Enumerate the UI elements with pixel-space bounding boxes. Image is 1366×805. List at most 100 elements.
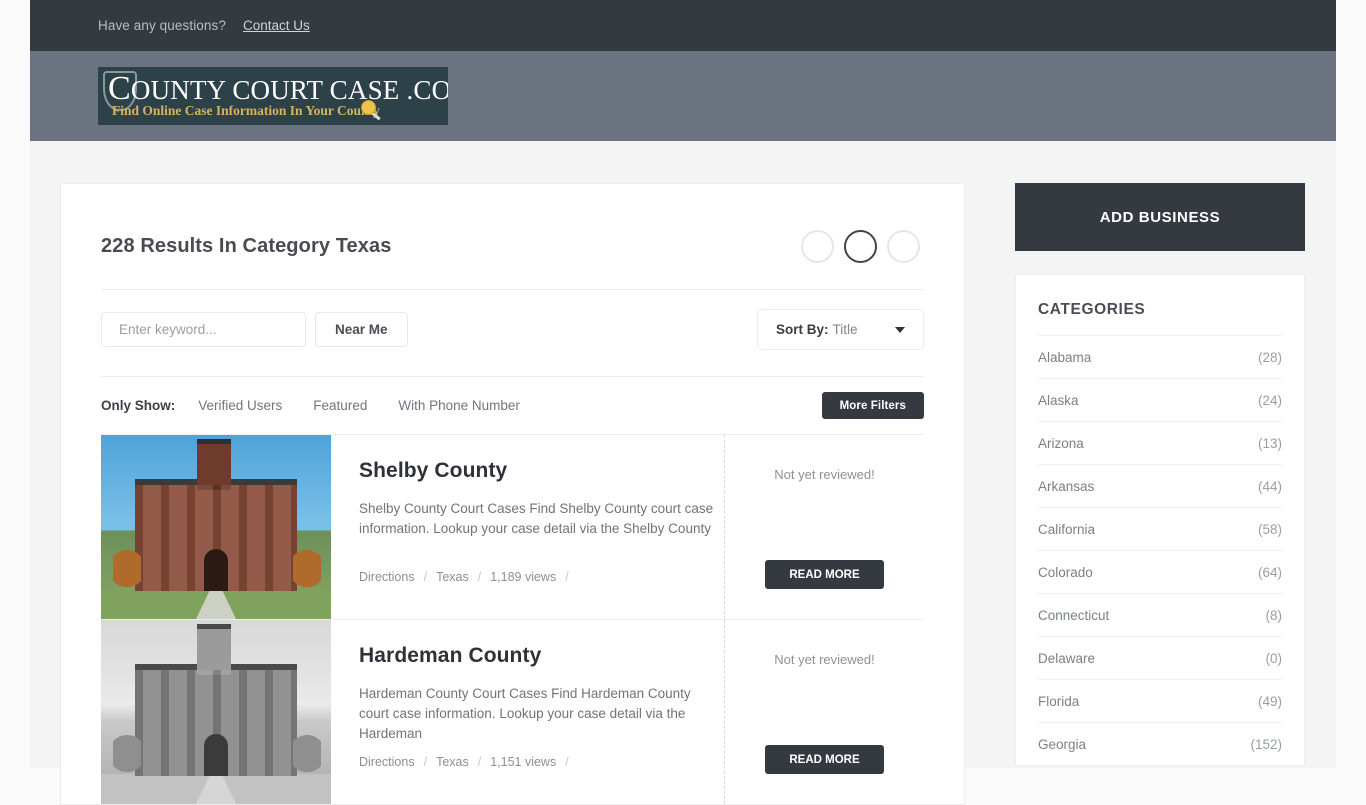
thumb-tree-left <box>113 732 141 786</box>
view-toggle-grid[interactable] <box>801 230 834 263</box>
filter-verified-users[interactable]: Verified Users <box>198 398 282 413</box>
category-name: Delaware <box>1038 650 1096 666</box>
category-count: (152) <box>1250 736 1282 752</box>
listing-state[interactable]: Texas <box>436 755 469 769</box>
category-count: (8) <box>1265 607 1283 623</box>
category-name: Alabama <box>1038 349 1092 365</box>
category-name: Georgia <box>1038 736 1087 752</box>
meta-separator: / <box>565 755 569 769</box>
site-logo[interactable]: COUNTY COURT CASE .COM Find Online Case … <box>98 67 448 125</box>
content-area: 228 Results In Category Texas Near Me So… <box>30 141 1336 805</box>
listing-views: 1,189 views <box>490 570 557 584</box>
category-name: Arkansas <box>1038 478 1095 494</box>
category-item-alabama[interactable]: Alabama (28) <box>1038 335 1282 378</box>
sort-by-dropdown[interactable]: Sort By: Title <box>757 309 924 350</box>
directions-link[interactable]: Directions <box>359 755 415 769</box>
categories-title: CATEGORIES <box>1038 301 1146 318</box>
listing-title[interactable]: Shelby County <box>359 459 724 483</box>
main-column: 228 Results In Category Texas Near Me So… <box>60 183 965 805</box>
listing-body: Hardeman County Hardeman County Court Ca… <box>331 620 724 804</box>
listing-meta: Directions / Texas / 1,189 views / <box>359 570 569 584</box>
courthouse-icon <box>135 624 297 776</box>
sort-by-label: Sort By: <box>776 322 829 337</box>
read-more-button[interactable]: READ MORE <box>765 560 884 589</box>
listing-description: Hardeman County Court Cases Find Hardema… <box>359 686 691 741</box>
category-item-alaska[interactable]: Alaska (24) <box>1038 378 1282 421</box>
view-mode-toggles <box>801 230 924 263</box>
sidebar: ADD BUSINESS CATEGORIES Alabama (28) Ala… <box>1015 183 1305 805</box>
courthouse-icon <box>135 439 297 591</box>
listing-thumbnail[interactable] <box>101 620 331 804</box>
listing-thumbnail[interactable] <box>101 435 331 619</box>
top-bar-question: Have any questions? <box>98 18 226 33</box>
thumb-tree-left <box>113 547 141 601</box>
category-item-connecticut[interactable]: Connecticut (8) <box>1038 593 1282 636</box>
category-count: (49) <box>1257 693 1282 709</box>
category-item-arkansas[interactable]: Arkansas (44) <box>1038 464 1282 507</box>
category-count: (24) <box>1257 392 1282 408</box>
listing-side-panel: Not yet reviewed! READ MORE <box>724 435 924 619</box>
contact-us-link[interactable]: Contact Us <box>243 18 310 33</box>
meta-separator: / <box>477 755 482 769</box>
listing-state[interactable]: Texas <box>436 570 469 584</box>
site-header: COUNTY COURT CASE .COM Find Online Case … <box>30 51 1336 141</box>
category-count: (28) <box>1257 349 1282 365</box>
category-count: (64) <box>1257 564 1282 580</box>
review-status: Not yet reviewed! <box>774 652 875 667</box>
category-name: Arizona <box>1038 435 1084 451</box>
only-show-row: Only Show: Verified Users Featured With … <box>61 377 964 434</box>
filter-with-phone-number[interactable]: With Phone Number <box>398 398 520 413</box>
more-filters-button[interactable]: More Filters <box>821 392 924 419</box>
listing-views: 1,151 views <box>490 755 557 769</box>
category-name: Colorado <box>1038 564 1093 580</box>
meta-separator: / <box>477 570 482 584</box>
category-item-california[interactable]: California (58) <box>1038 507 1282 550</box>
chevron-down-icon <box>895 326 905 333</box>
directions-link[interactable]: Directions <box>359 570 415 584</box>
category-item-georgia[interactable]: Georgia (152) <box>1038 722 1282 765</box>
listing-row: Hardeman County Hardeman County Court Ca… <box>101 619 924 804</box>
search-filter-row: Near Me Sort By: Title <box>61 290 964 350</box>
category-name: California <box>1038 521 1096 537</box>
review-status: Not yet reviewed! <box>774 467 875 482</box>
meta-separator: / <box>423 755 428 769</box>
logo-wordmark-initial: C <box>108 70 131 107</box>
listing-side-panel: Not yet reviewed! READ MORE <box>724 620 924 804</box>
listing-title[interactable]: Hardeman County <box>359 644 724 668</box>
page-shell: Have any questions? Contact Us COUNTY CO… <box>30 0 1336 805</box>
category-count: (58) <box>1257 521 1282 537</box>
listing-meta: Directions / Texas / 1,151 views / <box>359 755 569 769</box>
sort-by-value: Title <box>832 322 858 337</box>
thumb-tree-right <box>293 732 321 786</box>
search-input[interactable] <box>101 312 306 347</box>
top-bar: Have any questions? Contact Us <box>30 0 1336 51</box>
thumb-door <box>204 549 228 591</box>
filter-featured[interactable]: Featured <box>313 398 367 413</box>
only-show-label: Only Show: <box>101 398 176 413</box>
category-name: Florida <box>1038 693 1080 709</box>
category-count: (0) <box>1265 650 1283 666</box>
magnifier-icon <box>361 100 376 115</box>
results-header: 228 Results In Category Texas <box>61 184 964 263</box>
category-name: Alaska <box>1038 392 1079 408</box>
categories-panel: CATEGORIES Alabama (28) Alaska (24) Ariz… <box>1015 274 1305 766</box>
category-item-florida[interactable]: Florida (49) <box>1038 679 1282 722</box>
listing-description: Shelby County Court Cases Find Shelby Co… <box>359 501 714 536</box>
meta-separator: / <box>423 570 428 584</box>
logo-wordmark-rest: OUNTY COURT CASE .COM <box>130 75 448 105</box>
page-title: 228 Results In Category Texas <box>101 235 392 257</box>
category-item-colorado[interactable]: Colorado (64) <box>1038 550 1282 593</box>
near-me-button[interactable]: Near Me <box>315 312 408 347</box>
read-more-button[interactable]: READ MORE <box>765 745 884 774</box>
view-toggle-list[interactable] <box>844 230 877 263</box>
listing-row: Shelby County Shelby County Court Cases … <box>101 434 924 619</box>
category-item-delaware[interactable]: Delaware (0) <box>1038 636 1282 679</box>
category-count: (13) <box>1257 435 1282 451</box>
results-panel: 228 Results In Category Texas Near Me So… <box>60 183 965 805</box>
logo-tagline: Find Online Case Information In Your Cou… <box>112 103 380 118</box>
add-business-button[interactable]: ADD BUSINESS <box>1015 183 1305 251</box>
category-name: Connecticut <box>1038 607 1110 623</box>
listing-body: Shelby County Shelby County Court Cases … <box>331 435 724 619</box>
category-item-arizona[interactable]: Arizona (13) <box>1038 421 1282 464</box>
view-toggle-map[interactable] <box>887 230 920 263</box>
